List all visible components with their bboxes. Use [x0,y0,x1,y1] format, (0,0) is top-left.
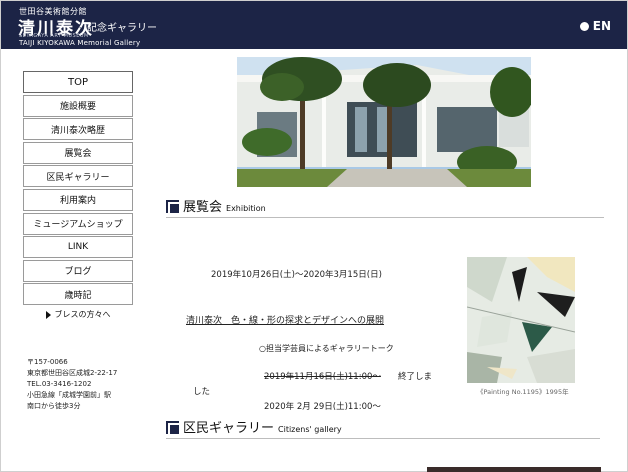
logo-english[interactable]: TAIJI KIYOKAWA Memorial Gallery [19,39,140,47]
exhibition-title-link[interactable]: 清川泰次 色・線・形の探求とデザインへの展開 [186,313,384,326]
gallery-talk-label: ○担当学芸員によるギャラリートーク [259,344,394,353]
nav-item-museum-shop[interactable]: ミュージアムショップ [23,212,133,235]
talk-next-date: 2020年 2月 29日(土)11:00～ [264,402,381,412]
nav-item-biography[interactable]: 清川泰次略歴 [23,118,133,141]
gallery-image-peek [427,467,601,472]
triangle-right-icon [45,310,51,319]
square-bracket-icon [166,421,179,434]
citizens-gallery-heading: 区民ギャラリー Citizens' gallery [166,417,600,439]
circle-icon [579,21,589,31]
address-postal: 〒157-0066 [27,358,68,366]
gallery-building-photo [237,57,531,187]
address-tel: TEL.03-3416-1202 [27,380,92,388]
nav-item-facility[interactable]: 施設概要 [23,94,133,117]
nav-item-link[interactable]: LINK [23,236,133,259]
logo-subtitle[interactable]: 記念ギャラリー [87,19,157,34]
nav-item-citizens-gallery[interactable]: 区民ギャラリー [23,165,133,188]
press-link[interactable]: ブレスの方々へ [23,309,133,320]
painting-caption: 《Painting No.1195》1995年 [477,388,569,396]
nav-item-blog[interactable]: ブログ [23,259,133,282]
press-link-label: ブレスの方々へ [54,310,111,320]
exhibition-dates: 2019年10月26日(土)～2020年3月15日(日) [211,270,382,280]
exhibition-heading-ja: 展覧会 [183,200,223,215]
talk-ended-text: 終了しま [398,372,433,382]
painting-artwork [467,257,575,383]
exhibition-heading-en: Exhibition [226,204,266,213]
nav-item-exhibition[interactable]: 展覧会 [23,141,133,164]
exhibition-heading: 展覧会 Exhibition [166,196,604,218]
nav-item-visitor-info[interactable]: 利用案内 [23,188,133,211]
address-walk: 南口から徒歩3分 [27,402,81,410]
painting-image[interactable] [467,257,575,383]
address-station: 小田急線「成城学園前」駅 [27,391,111,399]
square-bracket-icon [166,200,179,213]
nav-item-top[interactable]: TOP [23,71,133,93]
building-image [237,57,531,187]
language-label: EN [592,19,611,33]
language-switch[interactable]: EN [579,19,611,33]
sidebar-nav: TOP 施設概要 清川泰次略歴 展覧会 区民ギャラリー 利用案内 ミュージアムシ… [23,71,133,320]
talk-date-cancelled: 2019年11月16日(土)11:00～ [264,372,381,382]
nav-item-seasonal[interactable]: 歳時記 [23,283,133,306]
address-block: 〒157-0066 東京都世田谷区成城2-22-17 TEL.03-3416-1… [27,357,117,412]
site-header: 世田谷美術館分館 清川泰次 記念ギャラリー SETAGAYA ART MUSEU… [1,1,627,49]
citizens-gallery-heading-en: Citizens' gallery [278,425,342,434]
talk-ended-text-cont: した [193,387,211,397]
address-street: 東京都世田谷区成城2-22-17 [27,369,118,377]
citizens-gallery-heading-ja: 区民ギャラリー [183,421,275,436]
